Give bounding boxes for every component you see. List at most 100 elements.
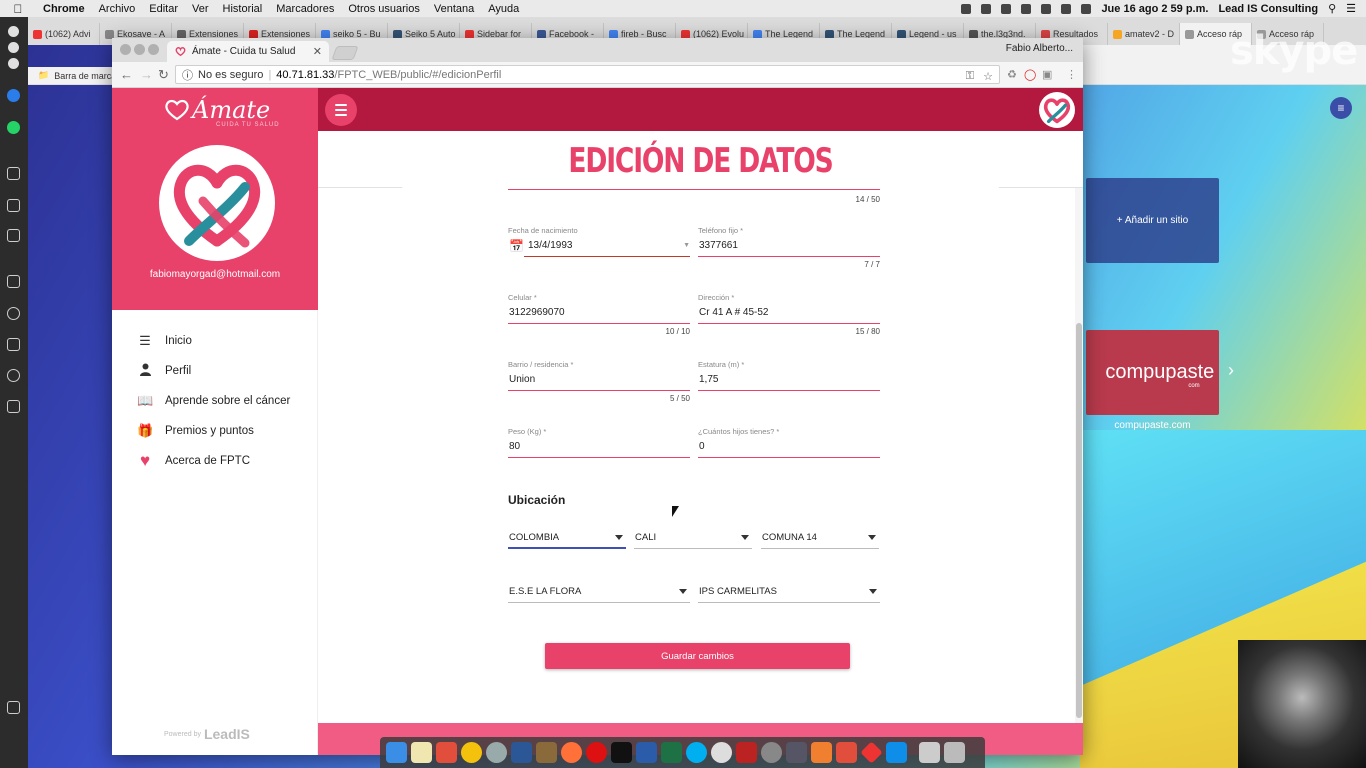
compupaste-tile[interactable]: compupaste com	[1086, 330, 1219, 415]
opera-icon[interactable]	[586, 742, 607, 763]
filezilla-icon[interactable]	[736, 742, 757, 763]
system-preferences-icon[interactable]	[761, 742, 782, 763]
cellphone-value[interactable]: 3122969070	[508, 305, 690, 321]
git-icon[interactable]	[860, 741, 883, 764]
sidebar-item-perfil[interactable]: Perfil	[112, 356, 318, 386]
news-icon[interactable]	[7, 338, 20, 351]
menu-app[interactable]: Chrome	[36, 3, 92, 15]
word-icon[interactable]	[511, 742, 532, 763]
time-machine-icon[interactable]	[1001, 3, 1012, 14]
notification-center-icon[interactable]: ☰	[1346, 2, 1356, 15]
app-logo[interactable]	[1039, 92, 1075, 128]
opera-icon[interactable]: ◯	[1024, 68, 1036, 81]
ips-select[interactable]: IPS CARMELITAS	[698, 581, 880, 603]
reload-icon[interactable]: ↻	[158, 67, 169, 83]
menu-item[interactable]: Ventana	[427, 3, 481, 15]
sidebar-item-inicio[interactable]: ☰ Inicio	[112, 326, 318, 356]
menu-item[interactable]: Ayuda	[481, 3, 526, 15]
district-select[interactable]: COMUNA 14	[761, 527, 879, 549]
neighborhood-value[interactable]: Union	[508, 372, 690, 388]
itunes-icon[interactable]	[711, 742, 732, 763]
country-select[interactable]: COLOMBIA	[508, 527, 626, 549]
customize-icon[interactable]: ≡	[1330, 97, 1352, 119]
launchpad-icon[interactable]	[486, 742, 507, 763]
chevron-right-icon[interactable]: ›	[1228, 360, 1234, 381]
add-site-tile[interactable]: + Añadir un sitio	[1086, 178, 1219, 263]
send-icon[interactable]	[7, 199, 20, 212]
key-icon[interactable]: ⚿	[966, 70, 974, 83]
brand-logo[interactable]: Ámate	[164, 96, 270, 124]
address-bar[interactable]: ⓘ No es seguro | 40.71.81.33/FPTC_WEB/pu…	[175, 65, 1000, 84]
clock-icon[interactable]	[7, 369, 20, 382]
bluetooth-icon[interactable]	[1021, 3, 1032, 14]
new-tab-button[interactable]	[331, 46, 359, 60]
phone-value[interactable]: 3377661	[698, 238, 880, 254]
wifi-icon[interactable]	[1061, 3, 1072, 14]
script-editor-icon[interactable]	[536, 742, 557, 763]
extension-icon[interactable]: ▣	[1042, 68, 1052, 81]
menu-button[interactable]	[325, 94, 357, 126]
menu-item[interactable]: Otros usuarios	[341, 3, 427, 15]
close-window-button[interactable]	[120, 44, 131, 55]
dropbox-icon[interactable]	[981, 3, 992, 14]
downloads-icon[interactable]	[919, 742, 940, 763]
save-button[interactable]: Guardar cambios	[545, 643, 850, 669]
menu-item[interactable]: Ver	[185, 3, 216, 15]
menu-account[interactable]: Lead IS Consulting	[1218, 3, 1318, 15]
sidebar-item-premios[interactable]: 🎁 Premios y puntos	[112, 416, 318, 446]
cellphone-field[interactable]: Celular * 3122969070 10 / 10	[508, 293, 690, 336]
apple-icon[interactable]: 	[0, 2, 36, 16]
children-field[interactable]: ¿Cuántos hijos tienes? * 0	[698, 427, 880, 458]
birthdate-field[interactable]: Fecha de nacimiento 📅 13/4/1993 ▼	[508, 226, 690, 257]
compupaste-tile-label[interactable]: compupaste.com	[1086, 420, 1219, 431]
notes-icon[interactable]	[411, 742, 432, 763]
menu-item[interactable]: Archivo	[92, 3, 143, 15]
skype-icon[interactable]	[686, 742, 707, 763]
disk-utility-icon[interactable]	[786, 742, 807, 763]
close-tab-icon[interactable]: ✕	[313, 45, 322, 58]
city-select[interactable]: CALI	[634, 527, 752, 549]
address-field[interactable]: Dirección * Cr 41 A # 45-52 15 / 80	[698, 293, 880, 336]
chevron-down-icon[interactable]: ▼	[683, 238, 690, 254]
menu-item[interactable]: Marcadores	[269, 3, 341, 15]
phone-field[interactable]: Teléfono fijo * 3377661 7 / 7	[698, 226, 880, 269]
sublime-icon[interactable]	[836, 742, 857, 763]
sidebar-toggle-icon[interactable]	[7, 701, 20, 714]
field-value[interactable]: 📅 13/4/1993 ▼	[508, 238, 690, 254]
spotlight-icon[interactable]: ⚲	[1328, 2, 1336, 15]
teamviewer-icon[interactable]	[886, 742, 907, 763]
firefox-icon[interactable]	[561, 742, 582, 763]
browser-tab-active[interactable]: Ámate - Cuida tu Salud ✕	[167, 41, 329, 62]
battery-icon[interactable]	[1081, 3, 1092, 14]
minimize-window-button[interactable]	[134, 44, 145, 55]
sublime-icon[interactable]	[436, 742, 457, 763]
back-icon[interactable]: ←	[120, 67, 133, 82]
camera-icon[interactable]	[7, 229, 20, 242]
weight-field[interactable]: Peso (Kg) * 80	[508, 427, 690, 458]
chrome-icon[interactable]	[461, 742, 482, 763]
apps-icon[interactable]	[7, 275, 20, 288]
calendar-icon[interactable]: 📅	[509, 238, 524, 254]
window-dot[interactable]	[8, 58, 19, 69]
background-tab[interactable]: amatev2 - D	[1108, 23, 1180, 45]
window-dot[interactable]	[8, 42, 19, 53]
star-icon[interactable]: ☆	[983, 70, 993, 83]
whatsapp-icon[interactable]	[7, 121, 20, 134]
info-icon[interactable]: ⓘ	[182, 67, 193, 83]
box-icon[interactable]	[7, 400, 20, 413]
skype-status-icon[interactable]	[961, 3, 972, 14]
profile-name[interactable]: Fabio Alberto...	[1006, 43, 1073, 54]
menu-kebab-icon[interactable]: ⋮	[1066, 68, 1077, 81]
avatar[interactable]	[159, 145, 275, 261]
weight-value[interactable]: 80	[508, 439, 690, 455]
address-value[interactable]: Cr 41 A # 45-52	[698, 305, 880, 321]
excel-icon[interactable]	[661, 742, 682, 763]
terminal-icon[interactable]	[611, 742, 632, 763]
trash-icon[interactable]	[944, 742, 965, 763]
mysql-workbench-icon[interactable]	[636, 742, 657, 763]
window-dot[interactable]	[8, 26, 19, 37]
menu-item[interactable]: Historial	[216, 3, 270, 15]
extension-icon[interactable]: ♻	[1007, 68, 1017, 81]
finder-icon[interactable]	[386, 742, 407, 763]
sidebar-item-acerca[interactable]: ♥ Acerca de FPTC	[112, 446, 318, 476]
